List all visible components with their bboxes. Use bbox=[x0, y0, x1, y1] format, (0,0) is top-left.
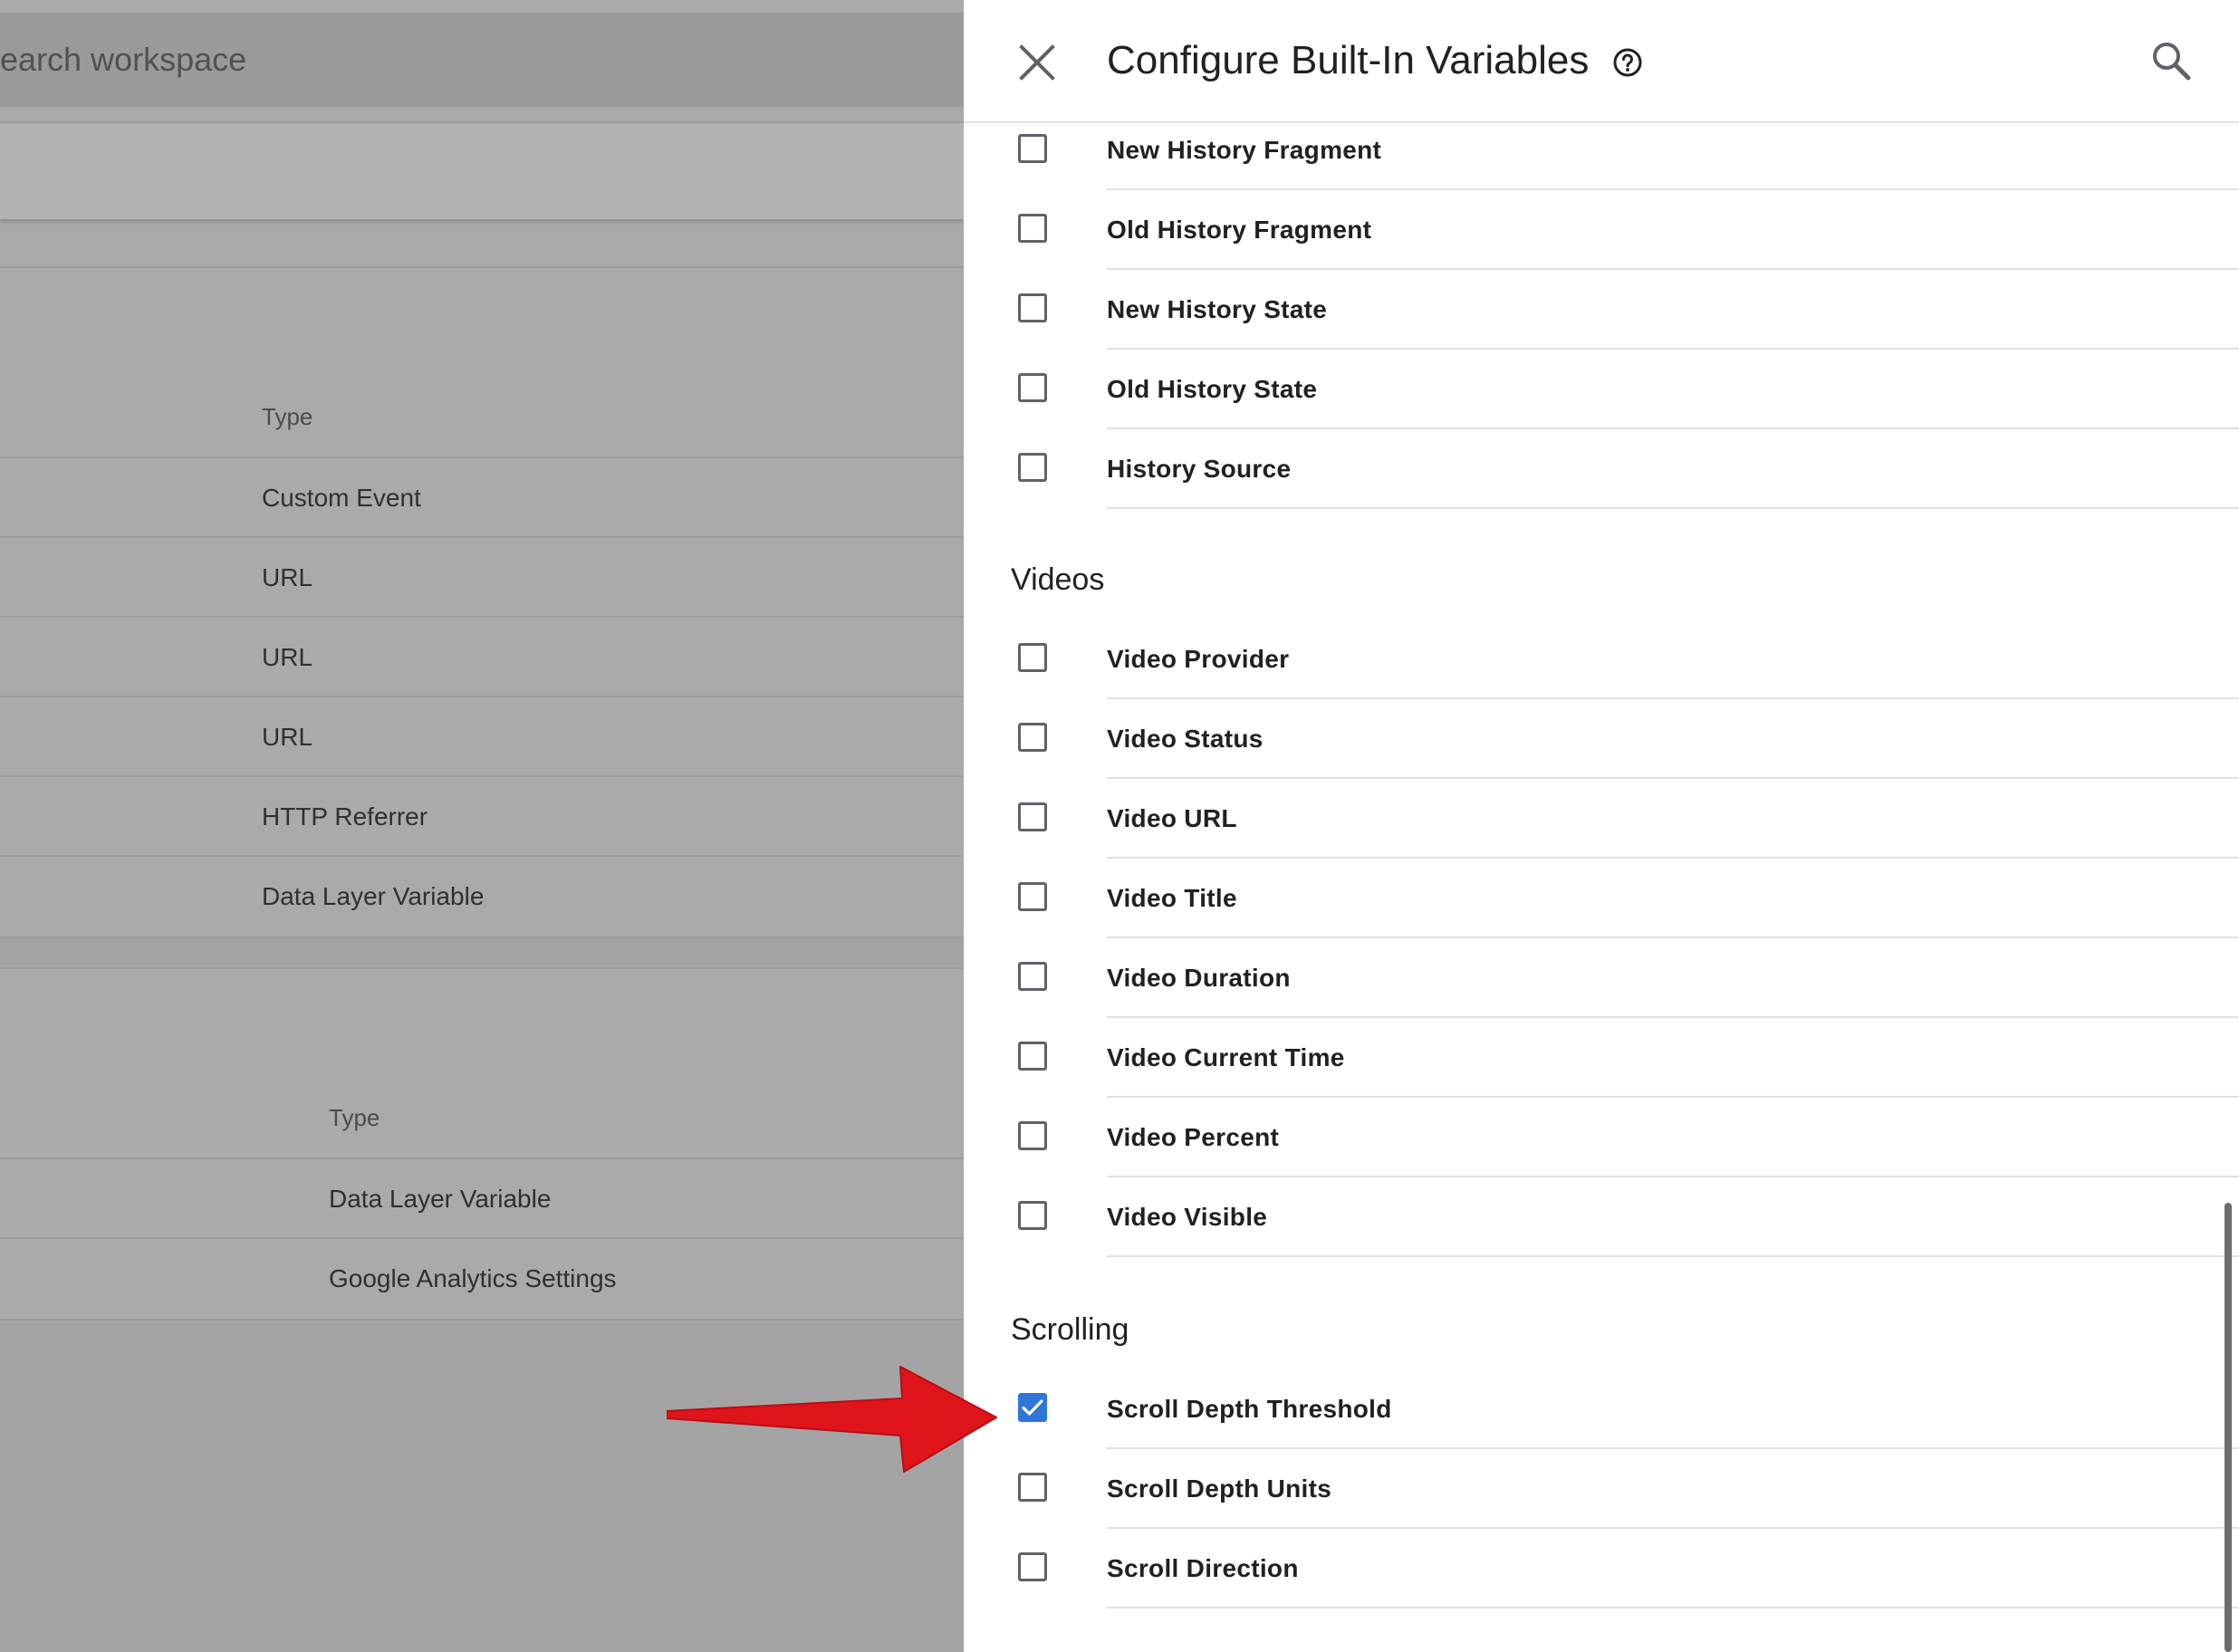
checkbox[interactable] bbox=[1018, 1552, 1047, 1581]
search-workspace-placeholder: earch workspace bbox=[0, 41, 247, 78]
checkbox[interactable] bbox=[1018, 1121, 1047, 1150]
variable-label: Video URL bbox=[1107, 804, 1237, 832]
search-icon[interactable] bbox=[2147, 36, 2197, 87]
variable-label: Video Current Time bbox=[1107, 1043, 1345, 1071]
table2-cell: Google Analytics Settings bbox=[329, 1264, 617, 1292]
checkbox-checked[interactable] bbox=[1018, 1393, 1047, 1422]
variable-item-video-title[interactable]: Video Title bbox=[964, 859, 2239, 938]
checkbox[interactable] bbox=[1018, 1201, 1047, 1230]
row-divider bbox=[0, 616, 964, 618]
variable-item-old-history-state[interactable]: Old History State bbox=[964, 350, 2239, 429]
variable-item-new-history-fragment[interactable]: New History Fragment bbox=[964, 110, 2239, 190]
variable-item-video-status[interactable]: Video Status bbox=[964, 699, 2239, 779]
checkbox[interactable] bbox=[1018, 962, 1047, 991]
checkbox[interactable] bbox=[1018, 802, 1047, 831]
variable-label: Old History State bbox=[1107, 375, 1318, 403]
variable-label: Video Status bbox=[1107, 725, 1264, 753]
variable-item-scroll-depth-units[interactable]: Scroll Depth Units bbox=[964, 1449, 2239, 1529]
table1-cell: URL bbox=[262, 643, 313, 671]
variable-item-video-url[interactable]: Video URL bbox=[964, 779, 2239, 859]
variable-label: Video Visible bbox=[1107, 1203, 1268, 1231]
table1-type-header: Type bbox=[262, 403, 313, 430]
checkbox[interactable] bbox=[1018, 882, 1047, 911]
divider bbox=[0, 266, 964, 268]
table1-cell: Data Layer Variable bbox=[262, 882, 485, 910]
section-gap bbox=[0, 938, 964, 969]
checkbox[interactable] bbox=[1018, 1473, 1047, 1502]
search-workspace-bar: earch workspace bbox=[0, 13, 964, 107]
variable-label: History Source bbox=[1107, 455, 1292, 483]
row-divider bbox=[0, 775, 964, 777]
annotation-arrow-icon bbox=[667, 1366, 997, 1473]
table1-cell: Custom Event bbox=[262, 484, 421, 512]
variable-item-video-visible[interactable]: Video Visible bbox=[964, 1177, 2239, 1257]
variable-label: Video Provider bbox=[1107, 645, 1290, 673]
variable-item-video-current-time[interactable]: Video Current Time bbox=[964, 1018, 2239, 1098]
drawer-header: Configure Built-In Variables bbox=[964, 0, 2239, 123]
section-title-videos: Videos bbox=[1011, 562, 1105, 597]
row-divider bbox=[0, 456, 964, 458]
variable-label: Video Title bbox=[1107, 884, 1237, 912]
variable-label: Video Percent bbox=[1107, 1123, 1280, 1151]
variable-item-video-duration[interactable]: Video Duration bbox=[964, 938, 2239, 1018]
variable-item-video-provider[interactable]: Video Provider bbox=[964, 620, 2239, 699]
checkmark-icon bbox=[1022, 1399, 1043, 1416]
checkbox[interactable] bbox=[1018, 134, 1047, 163]
variable-label: Scroll Depth Units bbox=[1107, 1474, 1332, 1503]
checkbox[interactable] bbox=[1018, 293, 1047, 322]
divider bbox=[1107, 507, 2239, 509]
variable-item-history-source[interactable]: History Source bbox=[964, 429, 2239, 509]
checkbox[interactable] bbox=[1018, 453, 1047, 482]
row-divider bbox=[0, 967, 964, 969]
divider bbox=[1107, 1607, 2239, 1609]
variable-item-old-history-fragment[interactable]: Old History Fragment bbox=[964, 190, 2239, 270]
variable-label: Scroll Depth Threshold bbox=[1107, 1395, 1392, 1423]
variable-label: Old History Fragment bbox=[1107, 216, 1372, 244]
table2-cell: Data Layer Variable bbox=[329, 1185, 552, 1213]
variable-item-scroll-direction[interactable]: Scroll Direction bbox=[964, 1529, 2239, 1609]
table1-cell: URL bbox=[262, 723, 313, 751]
variable-label: Video Duration bbox=[1107, 964, 1291, 992]
variable-label: Scroll Direction bbox=[1107, 1554, 1299, 1582]
divider bbox=[1107, 1255, 2239, 1257]
configure-built-in-variables-drawer: Configure Built-In Variables New History… bbox=[964, 0, 2239, 1652]
checkbox[interactable] bbox=[1018, 214, 1047, 243]
toolbar-strip bbox=[0, 123, 964, 219]
row-divider bbox=[0, 696, 964, 697]
row-divider bbox=[0, 536, 964, 538]
table1-cell: HTTP Referrer bbox=[262, 802, 428, 831]
variable-item-scroll-depth-threshold[interactable]: Scroll Depth Threshold bbox=[964, 1369, 2239, 1449]
close-icon[interactable] bbox=[1014, 40, 1060, 85]
checkbox[interactable] bbox=[1018, 1042, 1047, 1071]
table2-type-header: Type bbox=[329, 1104, 380, 1131]
help-circle-icon[interactable] bbox=[1612, 47, 1643, 78]
section-title-scrolling: Scrolling bbox=[1011, 1312, 1129, 1347]
variable-item-new-history-state[interactable]: New History State bbox=[964, 270, 2239, 350]
checkbox[interactable] bbox=[1018, 373, 1047, 402]
variable-item-video-percent[interactable]: Video Percent bbox=[964, 1098, 2239, 1177]
variable-label: New History Fragment bbox=[1107, 136, 1382, 164]
table1-cell: URL bbox=[262, 563, 313, 591]
variable-label: New History State bbox=[1107, 295, 1328, 323]
scrollbar[interactable] bbox=[2225, 1203, 2232, 1652]
checkbox[interactable] bbox=[1018, 723, 1047, 752]
drawer-title: Configure Built-In Variables bbox=[1107, 38, 1590, 82]
checkbox[interactable] bbox=[1018, 643, 1047, 672]
